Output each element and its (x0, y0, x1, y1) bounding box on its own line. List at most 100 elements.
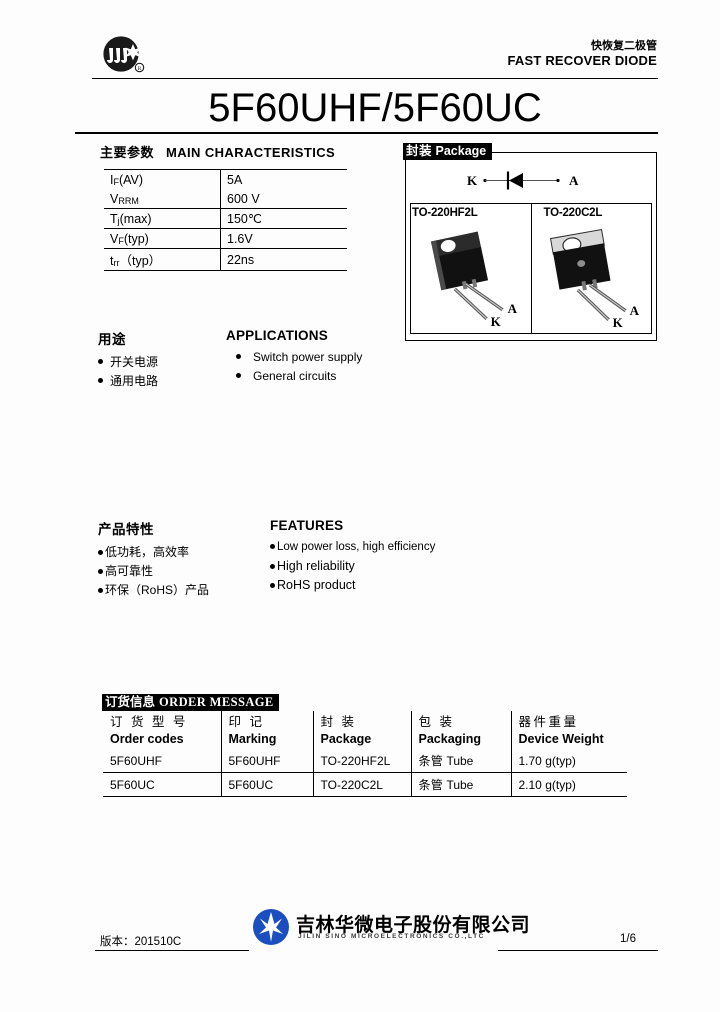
column-header-packaging: 包 装 Packaging (411, 711, 512, 749)
mc-param-rest: （typ） (119, 254, 162, 268)
page-title: 5F60UHF/5F60UC (208, 86, 542, 130)
cell-package: TO-220C2L (313, 772, 412, 797)
features-title-en: FEATURES (270, 518, 344, 533)
bullet-dot-icon (98, 588, 103, 593)
mc-param-rest: (max) (119, 211, 152, 226)
package-photo-to220hf2l: A K (411, 218, 531, 332)
company-mark-icon (252, 908, 290, 946)
mc-value-cell: 1.6V (220, 228, 347, 249)
list-item: 通用电路 (98, 372, 208, 391)
cell-order-code: 5F60UC (103, 772, 222, 797)
applications-title-cn: 用途 (98, 332, 126, 347)
mc-value-cell: 600 V (220, 189, 347, 209)
cell-order-code: 5F60UHF (103, 749, 222, 773)
footer-rule-right (498, 950, 658, 951)
order-tag-cn: 订货信息 (105, 695, 156, 709)
cell-packaging: 条管 Tube (411, 772, 512, 797)
list-item-label: High reliability (277, 559, 355, 573)
list-item: Low power loss, high efficiency (270, 538, 520, 557)
bullet-dot-icon (270, 583, 275, 588)
bullet-dot-icon (236, 354, 241, 359)
footer-rule-left (95, 950, 249, 951)
column-header-en: Device Weight (518, 732, 604, 746)
product-type-en: FAST RECOVER DIODE (507, 53, 657, 68)
list-item: RoHS product (270, 576, 520, 595)
column-header-cn: 器件重量 (518, 715, 579, 729)
column-header-en: Marking (228, 732, 277, 746)
cell-packaging-cn: 条管 (418, 778, 444, 792)
column-header-device-weight: 器件重量 Device Weight (511, 711, 627, 749)
table-row: VF(typ) 1.6V (104, 228, 347, 249)
list-item-label: Low power loss, high efficiency (277, 541, 436, 553)
list-item-label: General circuits (253, 369, 337, 383)
list-item: General circuits (226, 367, 426, 386)
company-logo-icon: R (100, 34, 148, 78)
package-variants: TO-220HF2L A K TO-220C2L A K (410, 203, 652, 334)
mc-heading-cn: 主要参数 (100, 145, 155, 160)
table-row: IF(AV) 5A (104, 169, 347, 189)
bullet-dot-icon (98, 359, 103, 364)
package-tag-cn: 封装 (406, 144, 433, 158)
column-header-marking: 印 记 Marking (221, 711, 314, 749)
cell-weight: 1.70 g(typ) (518, 753, 576, 768)
datasheet-page: R 快恢复二极管 FAST RECOVER DIODE 5F60UHF/5F60… (0, 0, 720, 1012)
order-tag-en: ORDER MESSAGE (159, 695, 274, 709)
page-number: 1/6 (620, 933, 636, 945)
footer-company-logo: 吉林华微电子股份有限公司 JILIN SINO MICROELECTRONICS… (252, 908, 530, 950)
list-item-label: Switch power supply (253, 350, 363, 364)
table-row: trr（typ） 22ns (104, 248, 347, 271)
list-item: Switch power supply (226, 348, 426, 367)
table-row: 5F60UHF 5F60UHF TO-220HF2L 条管 Tube 1.70 … (103, 749, 627, 773)
lead-label-a: A (508, 301, 518, 316)
version-label: 版本：201510C (100, 936, 182, 948)
cell-packaging-en: Tube (446, 754, 474, 768)
column-header-cn: 印 记 (228, 715, 265, 729)
cell-packaging-en: Tube (446, 778, 474, 792)
order-message-table: 订 货 型 号 Order codes 印 记 Marking 封 装 Pack… (103, 711, 627, 797)
package-tag-en: Package (435, 144, 487, 158)
page-header: R 快恢复二极管 FAST RECOVER DIODE (92, 32, 658, 84)
lead-label-k: K (612, 315, 622, 330)
mc-param-sub: RRM (118, 195, 139, 206)
list-item-label: 环保（RoHS）产品 (105, 583, 210, 597)
lead-label-a: A (629, 303, 639, 318)
package-photo-to220c2l: A K (532, 218, 652, 332)
mc-value-cell: 150℃ (220, 208, 347, 229)
column-header-en: Order codes (110, 732, 184, 746)
mc-param-cell: VF(typ) (104, 228, 221, 249)
table-row: 5F60UC 5F60UC TO-220C2L 条管 Tube 2.10 g(t… (103, 772, 627, 797)
mc-param-cell: trr（typ） (104, 248, 221, 271)
mc-value-cell: 5A (220, 169, 347, 189)
cell-marking: 5F60UC (221, 772, 314, 797)
svg-text:A: A (569, 173, 579, 188)
mc-param-cell: IF(AV) (104, 169, 221, 189)
cell-marking: 5F60UHF (221, 749, 314, 773)
features-title-cn: 产品特性 (98, 522, 154, 537)
column-header-package: 封 装 Package (313, 711, 412, 749)
table-row: Tj(max) 150℃ (104, 208, 347, 229)
applications-title-en: APPLICATIONS (226, 328, 328, 343)
package-variant-to220hf2l: TO-220HF2L A K (410, 203, 532, 334)
company-name-en: JILIN SINO MICROELECTRONICS CO.,LTC (298, 933, 485, 940)
bullet-dot-icon (98, 550, 103, 555)
package-section-tag: 封装 Package (403, 143, 493, 160)
table-row: VRRM 600 V (104, 189, 347, 209)
list-item: High reliability (270, 557, 520, 576)
order-message-tag: 订货信息 ORDER MESSAGE (102, 694, 279, 711)
lead-label-k: K (491, 314, 501, 329)
bullet-dot-icon (270, 544, 275, 549)
table-header-row: 订 货 型 号 Order codes 印 记 Marking 封 装 Pack… (103, 711, 627, 749)
cell-weight: 2.10 g(typ) (511, 772, 627, 797)
mc-param-rest: (AV) (118, 172, 144, 187)
bullet-dot-icon (270, 564, 275, 569)
column-header-en: Package (320, 732, 372, 746)
features-en: FEATURES Low power loss, high efficiency… (270, 518, 520, 595)
list-item-label: 低功耗，高效率 (105, 545, 190, 559)
cell-packaging: 条管 Tube (411, 749, 512, 773)
main-characteristics-table: IF(AV) 5A VRRM 600 V Tj(max) 150℃ VF(typ… (104, 169, 347, 271)
header-divider-top (92, 78, 658, 79)
applications-en: APPLICATIONS Switch power supply General… (226, 328, 426, 386)
mc-param: T (110, 211, 118, 226)
bullet-dot-icon (98, 378, 103, 383)
bullet-dot-icon (98, 569, 103, 574)
